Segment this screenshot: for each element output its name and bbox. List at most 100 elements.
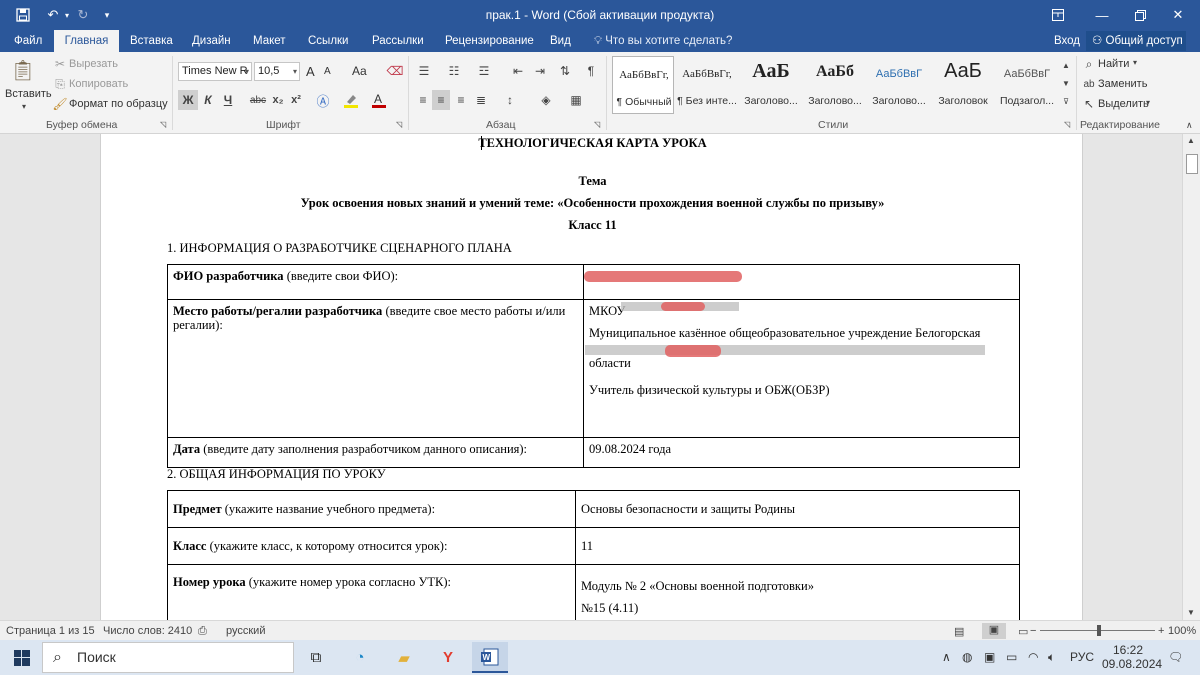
tab-insert[interactable]: Вставка (122, 30, 181, 52)
language-status[interactable]: русский (226, 625, 265, 637)
show-hidden-icons[interactable]: ∧ (942, 650, 951, 664)
strikethrough-button[interactable]: abc (248, 90, 268, 110)
notifications-icon[interactable]: 🗨︎ (1168, 650, 1183, 664)
table-cell[interactable]: 09.08.2024 года (583, 437, 1020, 468)
zoom-in-icon[interactable]: + (1158, 625, 1164, 637)
styles-scroll-down-icon[interactable]: ▼ (1060, 76, 1072, 90)
tab-references[interactable]: Ссылки (300, 30, 357, 52)
align-center-icon[interactable]: ≡ (432, 90, 450, 110)
print-layout-icon[interactable]: ▣ (982, 623, 1006, 639)
highlight-icon[interactable] (342, 90, 360, 110)
tab-layout[interactable]: Макет (245, 30, 294, 52)
zoom-out-icon[interactable]: − (1030, 625, 1036, 637)
numbering-icon[interactable]: ☷ (444, 62, 464, 80)
find-button[interactable]: Найти (1098, 58, 1129, 70)
decrease-indent-icon[interactable]: ⇤ (508, 62, 528, 80)
taskbar-search[interactable]: ⌕ Поиск (42, 642, 294, 673)
select-dropdown-icon[interactable]: ▾ (1146, 98, 1150, 107)
ribbon-display-options-icon[interactable] (1036, 0, 1080, 30)
file-explorer-icon[interactable]: ▰ (386, 642, 422, 673)
underline-button[interactable]: Ч (220, 90, 236, 110)
scroll-up-icon[interactable]: ▲ (1187, 136, 1195, 145)
cut-button[interactable]: Вырезать (69, 58, 118, 70)
proofing-icon[interactable]: ⎙ (198, 625, 207, 638)
vertical-scrollbar[interactable]: ▲ ▼ (1182, 134, 1200, 620)
tray-app-icon[interactable]: ◍ (962, 650, 972, 664)
copy-button[interactable]: Копировать (69, 78, 128, 90)
read-mode-icon[interactable]: ▤ (954, 625, 964, 638)
style-heading-2[interactable]: АаБб Заголово... (804, 56, 866, 114)
select-button[interactable]: Выделить (1098, 98, 1149, 110)
style-normal[interactable]: АаБбВвГг, ¶ Обычный (612, 56, 674, 114)
tab-mailings[interactable]: Рассылки (364, 30, 432, 52)
scroll-thumb[interactable] (1186, 154, 1198, 174)
table-cell[interactable]: Модуль № 2 «Основы военной подготовки» №… (575, 564, 1020, 620)
tab-file[interactable]: Файл (6, 30, 50, 52)
subscript-button[interactable]: x₂ (270, 90, 286, 110)
windows-start-icon[interactable] (4, 642, 40, 673)
styles-more-icon[interactable]: ⊽ (1060, 94, 1072, 108)
yandex-browser-icon[interactable]: Y (430, 642, 466, 673)
clock[interactable]: 16:22 09.08.2024 (1102, 643, 1162, 671)
clipboard-launcher-icon[interactable]: ◹ (160, 120, 166, 129)
style-no-spacing[interactable]: АаБбВвГг, ¶ Без инте... (676, 56, 738, 114)
task-view-icon[interactable]: ⧉ (298, 642, 334, 673)
scroll-down-icon[interactable]: ▼ (1187, 608, 1195, 617)
document-page[interactable]: ТЕХНОЛОГИЧЕСКАЯ КАРТА УРОКА Тема Урок ос… (100, 134, 1083, 620)
tab-design[interactable]: Дизайн (184, 30, 239, 52)
share-button[interactable]: ⚇ Общий доступ (1086, 31, 1186, 51)
input-language[interactable]: РУС (1070, 650, 1094, 664)
borders-icon[interactable]: ▦ (566, 90, 586, 110)
find-dropdown-icon[interactable]: ▾ (1133, 58, 1137, 67)
multilevel-list-icon[interactable]: ☲ (474, 62, 494, 80)
sort-icon[interactable]: ⇅ (556, 62, 574, 80)
shading-icon[interactable]: ◈ (536, 90, 556, 110)
paragraph-launcher-icon[interactable]: ◹ (594, 120, 600, 129)
grow-font-button[interactable]: A (306, 64, 315, 79)
shrink-font-button[interactable]: A (324, 66, 331, 77)
tab-view[interactable]: Вид (542, 30, 579, 52)
zoom-slider-knob[interactable] (1097, 625, 1101, 636)
word-count[interactable]: Число слов: 2410 (103, 625, 192, 637)
change-case-button[interactable]: Aa (352, 64, 367, 78)
zoom-level[interactable]: 100% (1168, 625, 1196, 637)
close-button[interactable]: ✕ (1156, 0, 1200, 30)
paste-icon[interactable]: 📋︎ (10, 56, 36, 84)
font-size-combo[interactable]: 10,5 ▾ (254, 62, 300, 81)
tab-home[interactable]: Главная (54, 30, 119, 52)
bullets-icon[interactable]: ☰ (414, 62, 434, 80)
network-icon[interactable]: ◠ (1028, 650, 1038, 664)
font-name-combo[interactable]: Times New R ▾ (178, 62, 252, 81)
line-spacing-icon[interactable]: ↕ (500, 90, 520, 110)
style-title[interactable]: АаБ Заголовок (932, 56, 994, 114)
increase-indent-icon[interactable]: ⇥ (530, 62, 550, 80)
styles-launcher-icon[interactable]: ◹ (1064, 120, 1070, 129)
show-marks-icon[interactable]: ¶ (582, 62, 600, 80)
bold-button[interactable]: Ж (178, 90, 198, 110)
align-left-icon[interactable]: ≡ (414, 90, 432, 110)
sign-in-link[interactable]: Вход (1046, 30, 1088, 52)
word-taskbar-icon[interactable]: W (472, 642, 508, 673)
style-heading-1[interactable]: АаБ Заголово... (740, 56, 802, 114)
superscript-button[interactable]: x² (288, 90, 304, 110)
paste-button[interactable]: Вставить (5, 88, 52, 100)
styles-scroll-up-icon[interactable]: ▲ (1060, 58, 1072, 72)
table-cell-redacted[interactable] (583, 264, 1020, 300)
paste-dropdown-icon[interactable]: ▾ (22, 102, 26, 111)
tray-app-icon[interactable]: ▣ (984, 650, 995, 664)
edge-icon[interactable]: ◔ (342, 642, 378, 673)
page-count[interactable]: Страница 1 из 15 (6, 625, 95, 637)
italic-button[interactable]: К (200, 90, 216, 110)
tab-review[interactable]: Рецензирование (437, 30, 542, 52)
tell-me-search[interactable]: 💡︎ Что вы хотите сделать? (594, 30, 732, 52)
table-cell[interactable]: МКОУ Муниципальное казённое общеобразова… (583, 299, 1020, 438)
replace-button[interactable]: Заменить (1098, 78, 1147, 90)
volume-icon[interactable]: 🔈︎ (1048, 650, 1055, 665)
web-layout-icon[interactable]: ▭ (1018, 625, 1028, 638)
style-subtitle[interactable]: АаБбВвГ Подзагол... (996, 56, 1058, 114)
font-launcher-icon[interactable]: ◹ (396, 120, 402, 129)
table-cell[interactable]: 11 (575, 527, 1020, 565)
font-color-icon[interactable]: A (370, 90, 388, 110)
format-painter-button[interactable]: Формат по образцу (69, 98, 168, 110)
battery-icon[interactable]: ▭ (1006, 650, 1017, 664)
